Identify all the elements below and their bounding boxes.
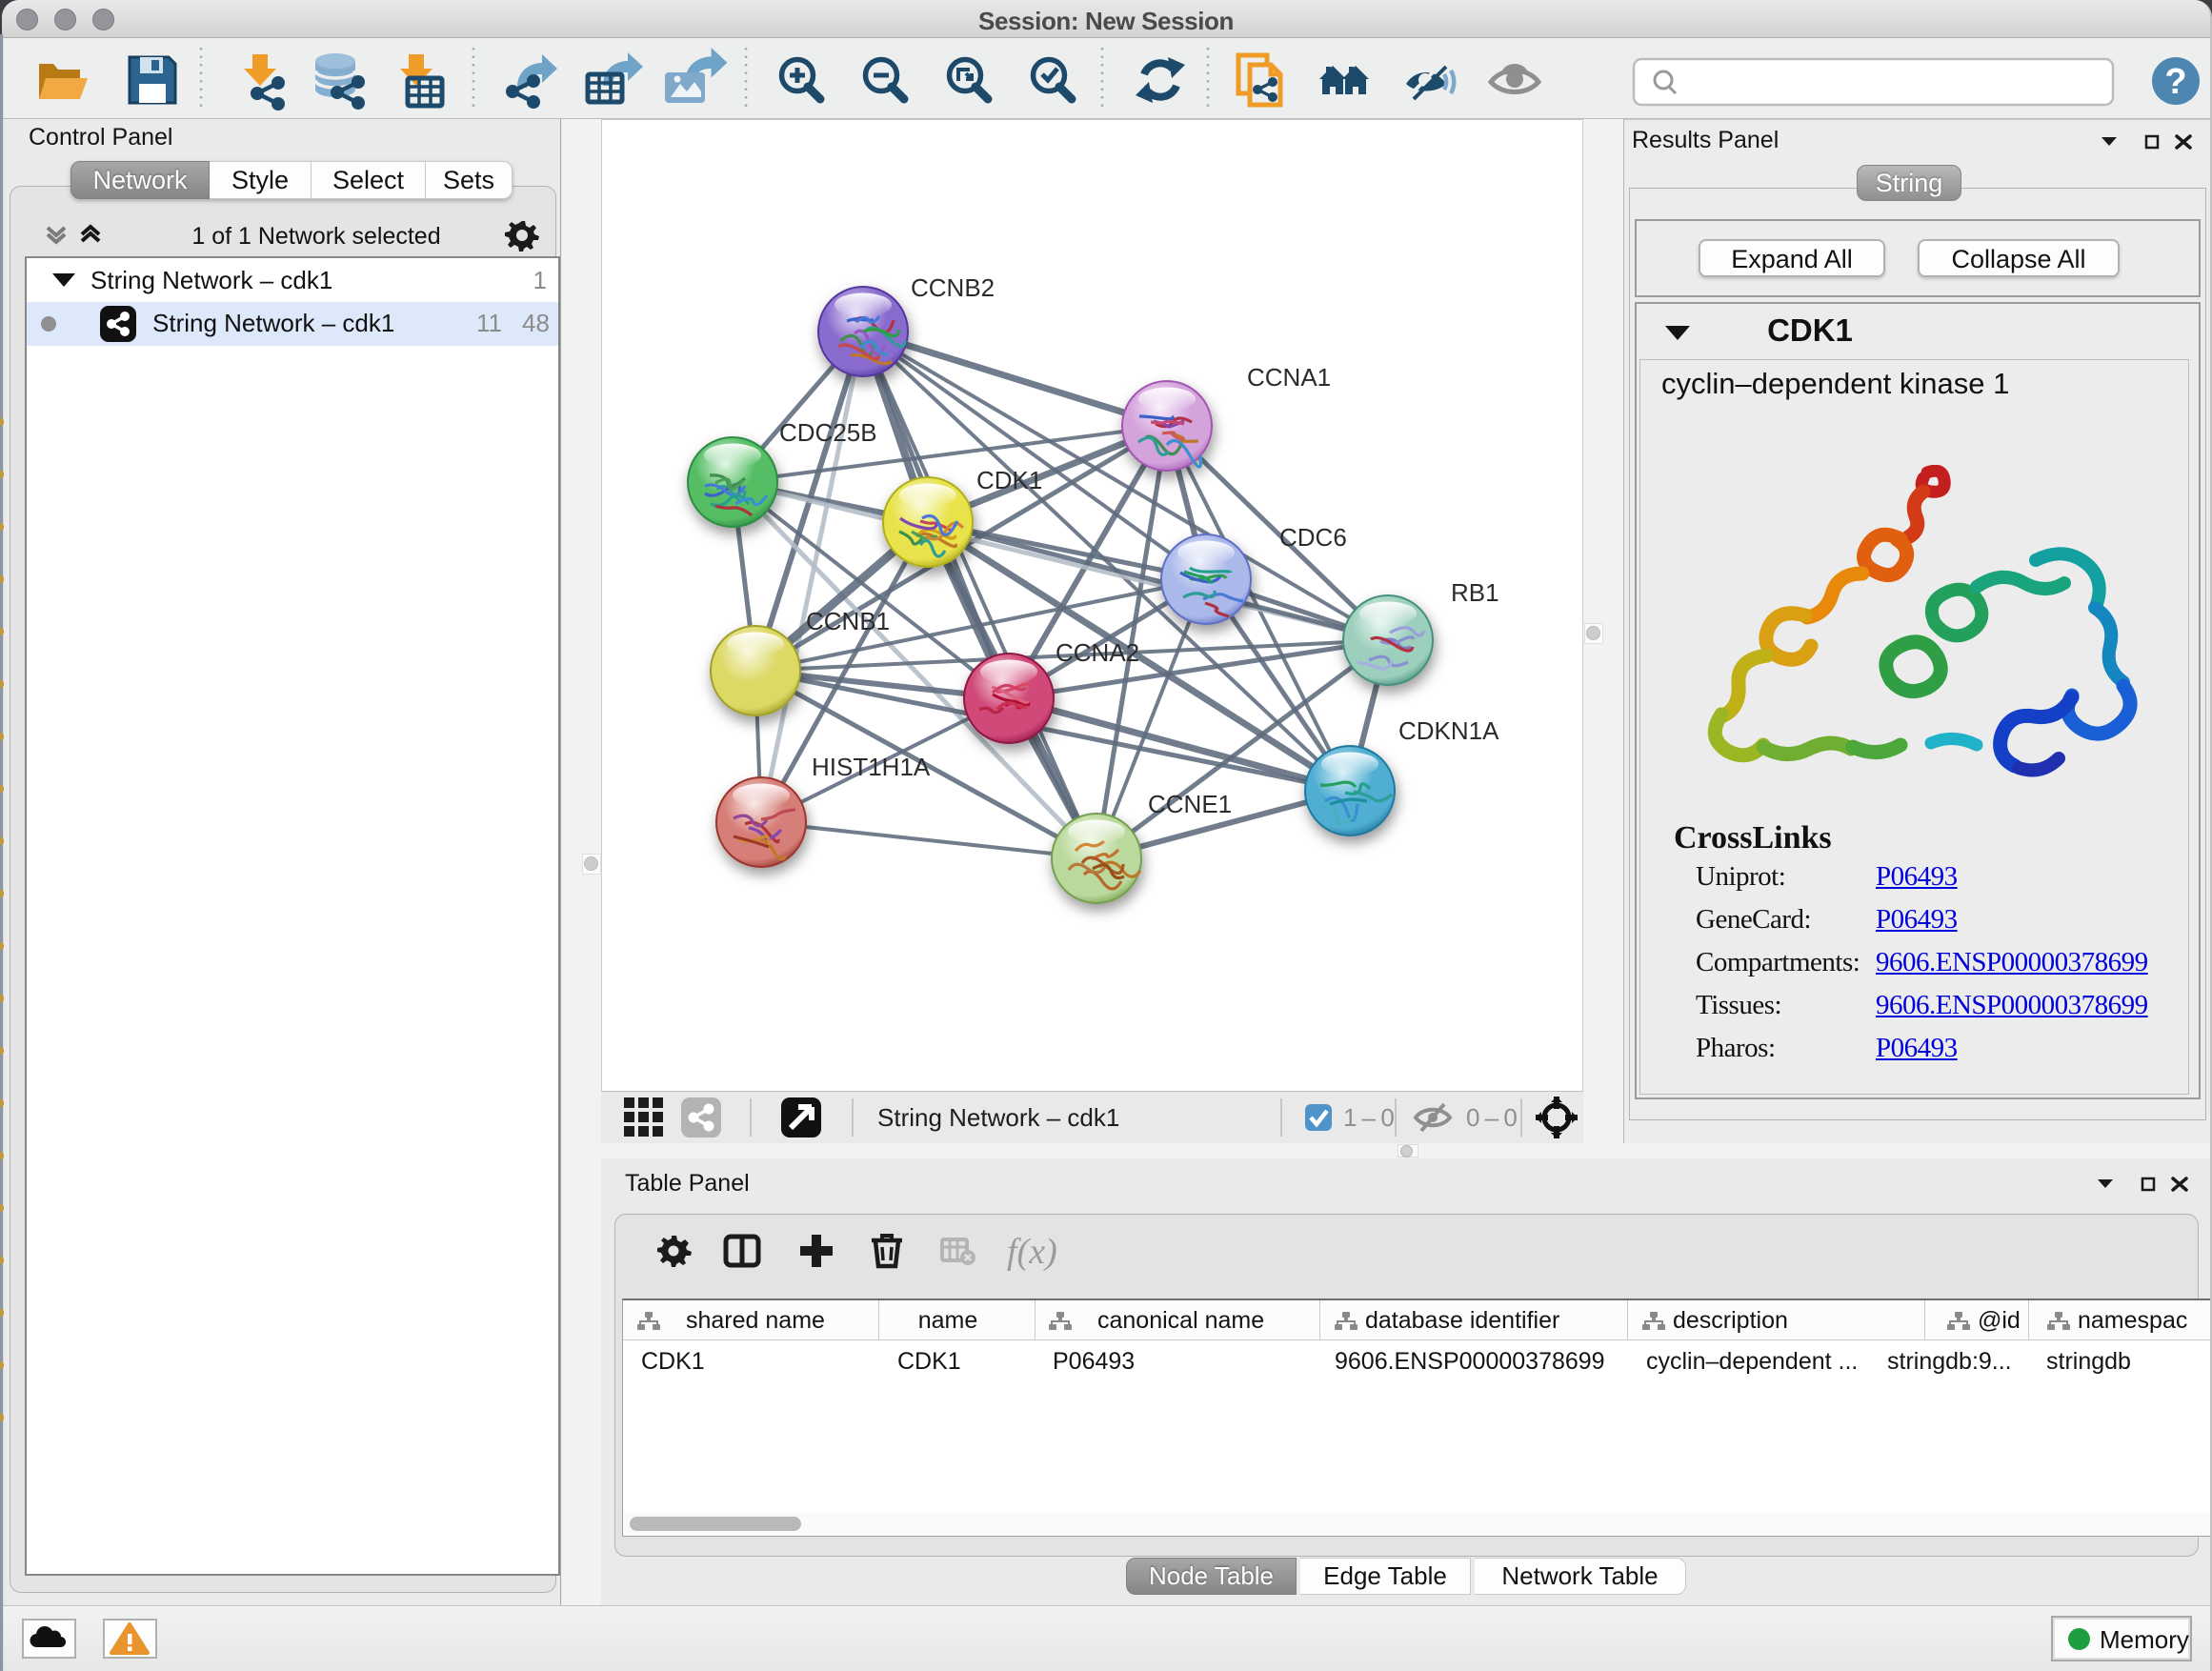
svg-text:CCNB1: CCNB1 (806, 607, 890, 635)
svg-text:CCNA1: CCNA1 (1247, 363, 1331, 392)
svg-text:?: ? (2164, 62, 2186, 102)
svg-text:CCNA2: CCNA2 (1056, 638, 1139, 667)
svg-text:RB1: RB1 (1451, 578, 1499, 607)
svg-text:CCNE1: CCNE1 (1148, 790, 1232, 818)
svg-text:CDKN1A: CDKN1A (1398, 716, 1499, 745)
svg-text:String Network – cdk1: String Network – cdk1 (877, 1103, 1119, 1132)
svg-text:f(x): f(x) (1007, 1232, 1057, 1272)
svg-text:HIST1H1A: HIST1H1A (812, 753, 931, 781)
svg-text:CDC25B: CDC25B (779, 418, 877, 447)
svg-text:CDK1: CDK1 (976, 466, 1042, 494)
svg-text:0 – 0: 0 – 0 (1466, 1103, 1518, 1132)
svg-text:1 – 0: 1 – 0 (1343, 1103, 1395, 1132)
svg-text:CCNB2: CCNB2 (911, 273, 995, 302)
svg-text:CDC6: CDC6 (1279, 523, 1347, 552)
